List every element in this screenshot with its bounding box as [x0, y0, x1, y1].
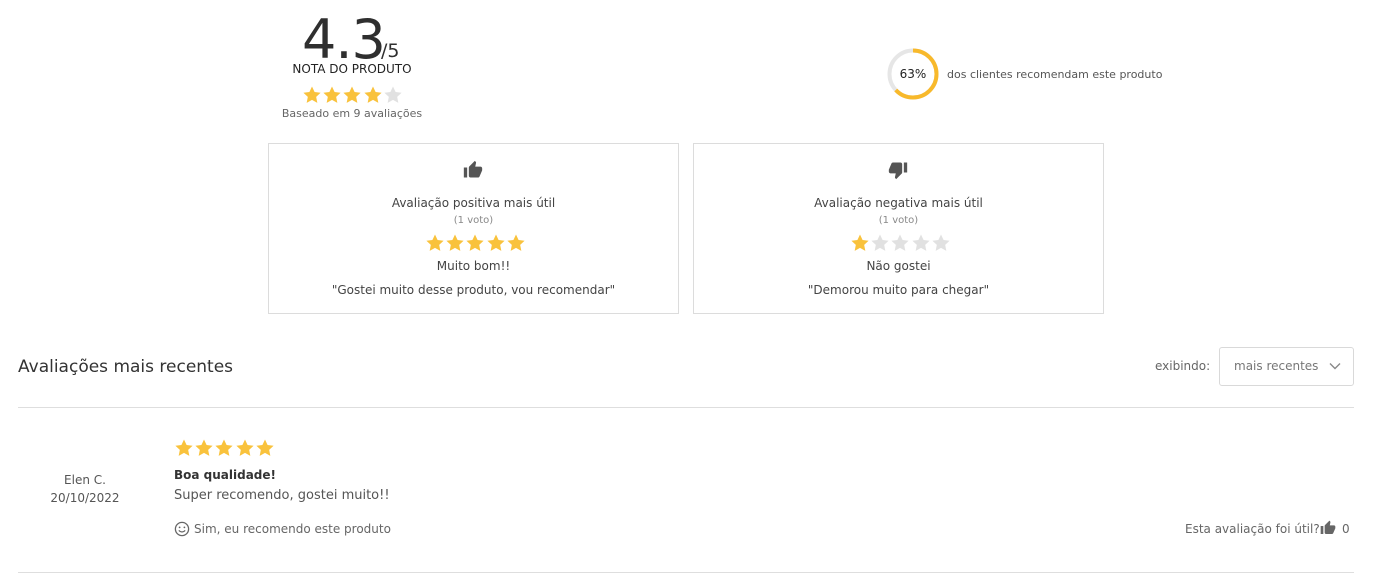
product-rating-stars [302, 85, 412, 105]
star-filled-icon [506, 233, 526, 253]
thumbs-down-icon [888, 160, 908, 180]
positive-card-title: Avaliação positiva mais útil [391, 196, 556, 210]
star-filled-icon [465, 233, 485, 253]
star-empty-icon [890, 233, 910, 253]
positive-card-stars [425, 233, 535, 253]
most-helpful-positive-card: Avaliação positiva mais útil (1 voto) Mu… [268, 143, 679, 314]
star-empty-icon [911, 233, 931, 253]
most-helpful-negative-card: Avaliação negativa mais útil (1 voto) Nã… [693, 143, 1104, 314]
divider [18, 407, 1354, 408]
sort-label: exibindo: [1155, 359, 1211, 373]
positive-card-quote: "Gostei muito desse produto, vou recomen… [331, 283, 616, 297]
divider [18, 572, 1354, 573]
star-empty-icon [931, 233, 951, 253]
chevron-down-icon [1329, 363, 1341, 370]
negative-card-title: Avaliação negativa mais útil [814, 196, 983, 210]
star-empty-icon [383, 85, 403, 105]
reviews-count-text: Baseado em 9 avaliações [281, 107, 423, 120]
star-filled-icon [174, 438, 194, 458]
recent-reviews-heading: Avaliações mais recentes [18, 357, 234, 377]
positive-card-headline: Muito bom!! [436, 259, 511, 273]
product-score-max: /5 [381, 40, 400, 62]
thumbs-up-icon [463, 160, 483, 180]
star-filled-icon [486, 233, 506, 253]
positive-card-votes: (1 voto) [453, 215, 494, 226]
negative-card-stars [850, 233, 960, 253]
sort-select-value: mais recentes [1234, 359, 1319, 373]
smile-icon [174, 521, 190, 537]
helpful-label: Esta avaliação foi útil? [1185, 522, 1320, 536]
helpful-count: 0 [1342, 522, 1350, 536]
star-filled-icon [342, 85, 362, 105]
star-empty-icon [870, 233, 890, 253]
negative-card-quote: "Demorou muito para chegar" [807, 283, 990, 297]
star-filled-icon [425, 233, 445, 253]
recommend-text: dos clientes recomendam este produto [947, 68, 1163, 81]
review-body: Super recomendo, gostei muito!! [174, 488, 390, 503]
review-title: Boa qualidade! [174, 468, 277, 482]
star-filled-icon [255, 438, 275, 458]
review-stars [174, 438, 284, 458]
star-filled-icon [363, 85, 383, 105]
negative-card-headline: Não gostei [866, 259, 931, 273]
sort-select[interactable]: mais recentes [1219, 347, 1354, 386]
star-filled-icon [445, 233, 465, 253]
star-filled-icon [302, 85, 322, 105]
negative-card-votes: (1 voto) [878, 215, 919, 226]
review-recommend-text: Sim, eu recomendo este produto [194, 522, 391, 536]
star-filled-icon [235, 438, 255, 458]
star-filled-icon [194, 438, 214, 458]
star-filled-icon [214, 438, 234, 458]
recommend-percent: 63% [899, 67, 927, 81]
thumbs-up-icon[interactable] [1320, 520, 1336, 536]
star-filled-icon [322, 85, 342, 105]
review-date: 20/10/2022 [50, 491, 120, 505]
star-filled-icon [850, 233, 870, 253]
product-score-label: NOTA DO PRODUTO [292, 62, 412, 76]
review-author: Elen C. [64, 473, 106, 487]
